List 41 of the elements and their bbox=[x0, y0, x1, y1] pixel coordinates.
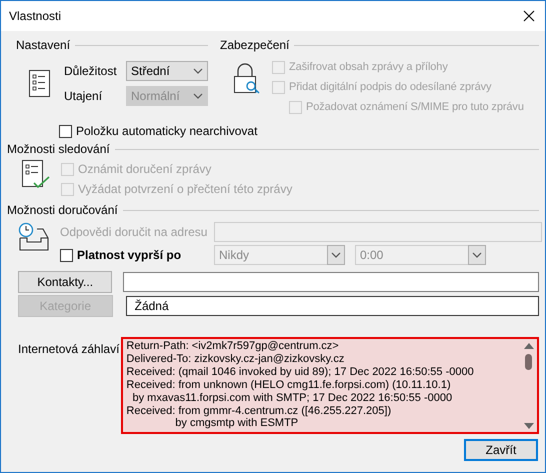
checkbox-label: Zašifrovat obsah zprávy a přílohy bbox=[289, 61, 448, 73]
dropdown[interactable]: Střední bbox=[126, 61, 208, 81]
header-line: Received: (qmail 1046 invoked by uid 89); 17 Dec 2022 16:50:55 -0000 bbox=[126, 366, 475, 379]
chevron-down-icon bbox=[472, 252, 482, 258]
header-line: by cmgsmtp with ESMTP bbox=[174, 417, 300, 430]
close-icon[interactable] bbox=[521, 8, 537, 24]
header-line: Received: from gmmr-4.centrum.cz ([46.255.227.205]) bbox=[126, 404, 392, 418]
section-heading: Zabezpečení bbox=[220, 38, 290, 52]
chevron-down-icon bbox=[193, 93, 203, 99]
section-heading: Možnosti sledování bbox=[7, 142, 110, 156]
window-title: Vlastnosti bbox=[9, 9, 62, 23]
chevron-down-icon bbox=[193, 68, 203, 74]
contacts-field[interactable] bbox=[123, 272, 539, 292]
checkbox-label: Položku automaticky nearchivovat bbox=[76, 124, 258, 138]
checklist-tick-icon bbox=[21, 159, 51, 189]
chevron-down-icon bbox=[331, 252, 341, 258]
checklist-icon bbox=[28, 68, 50, 98]
headers-textbox[interactable] bbox=[121, 337, 539, 434]
header-line: Received: from unknown (HELO cmg11.fe.forpsi.com) (10.11.10.1) bbox=[126, 378, 452, 392]
scroll-down-icon[interactable] bbox=[524, 423, 534, 429]
field-label: Odpovědi doručit na adresu bbox=[60, 225, 208, 239]
section-heading: Nastavení bbox=[16, 38, 70, 52]
field-label: Utajení bbox=[64, 89, 104, 103]
close-button[interactable]: Zavřít bbox=[464, 439, 538, 461]
checkbox-label: Oznámit doručení zprávy bbox=[78, 162, 212, 176]
section-heading: Možnosti doručování bbox=[7, 203, 118, 217]
scroll-up-icon[interactable] bbox=[524, 343, 534, 349]
contacts-button[interactable]: Kontakty... bbox=[18, 271, 112, 293]
checkbox-label: Požadovat oznámení S/MIME pro tuto zprávu bbox=[306, 101, 524, 113]
checkbox[interactable] bbox=[59, 124, 72, 138]
scrollbar-thumb[interactable] bbox=[525, 354, 532, 370]
checkbox-label: Přidat digitální podpis do odesílané zprávy bbox=[289, 81, 492, 93]
header-line: Delivered-To: zizkovsky.cz-jan@zizkovsky.cz bbox=[126, 352, 346, 366]
checkbox[interactable] bbox=[60, 248, 73, 262]
header-line: Return-Path: <iv2mk7r597gp@centrum.cz> bbox=[126, 340, 340, 353]
header-line: by mxavas11.forpsi.com with SMTP; 17 Dec 2022 16:50:55 -0000 bbox=[132, 392, 454, 405]
checkbox-label: Vyžádat potvrzení o přečtení této zprávy bbox=[78, 182, 292, 196]
field-label: Důležitost bbox=[64, 64, 118, 78]
inbox-clock-icon bbox=[18, 222, 50, 252]
field-label: Internetová záhlaví bbox=[17, 341, 120, 356]
checkbox-label: Platnost vyprší po bbox=[77, 248, 182, 262]
